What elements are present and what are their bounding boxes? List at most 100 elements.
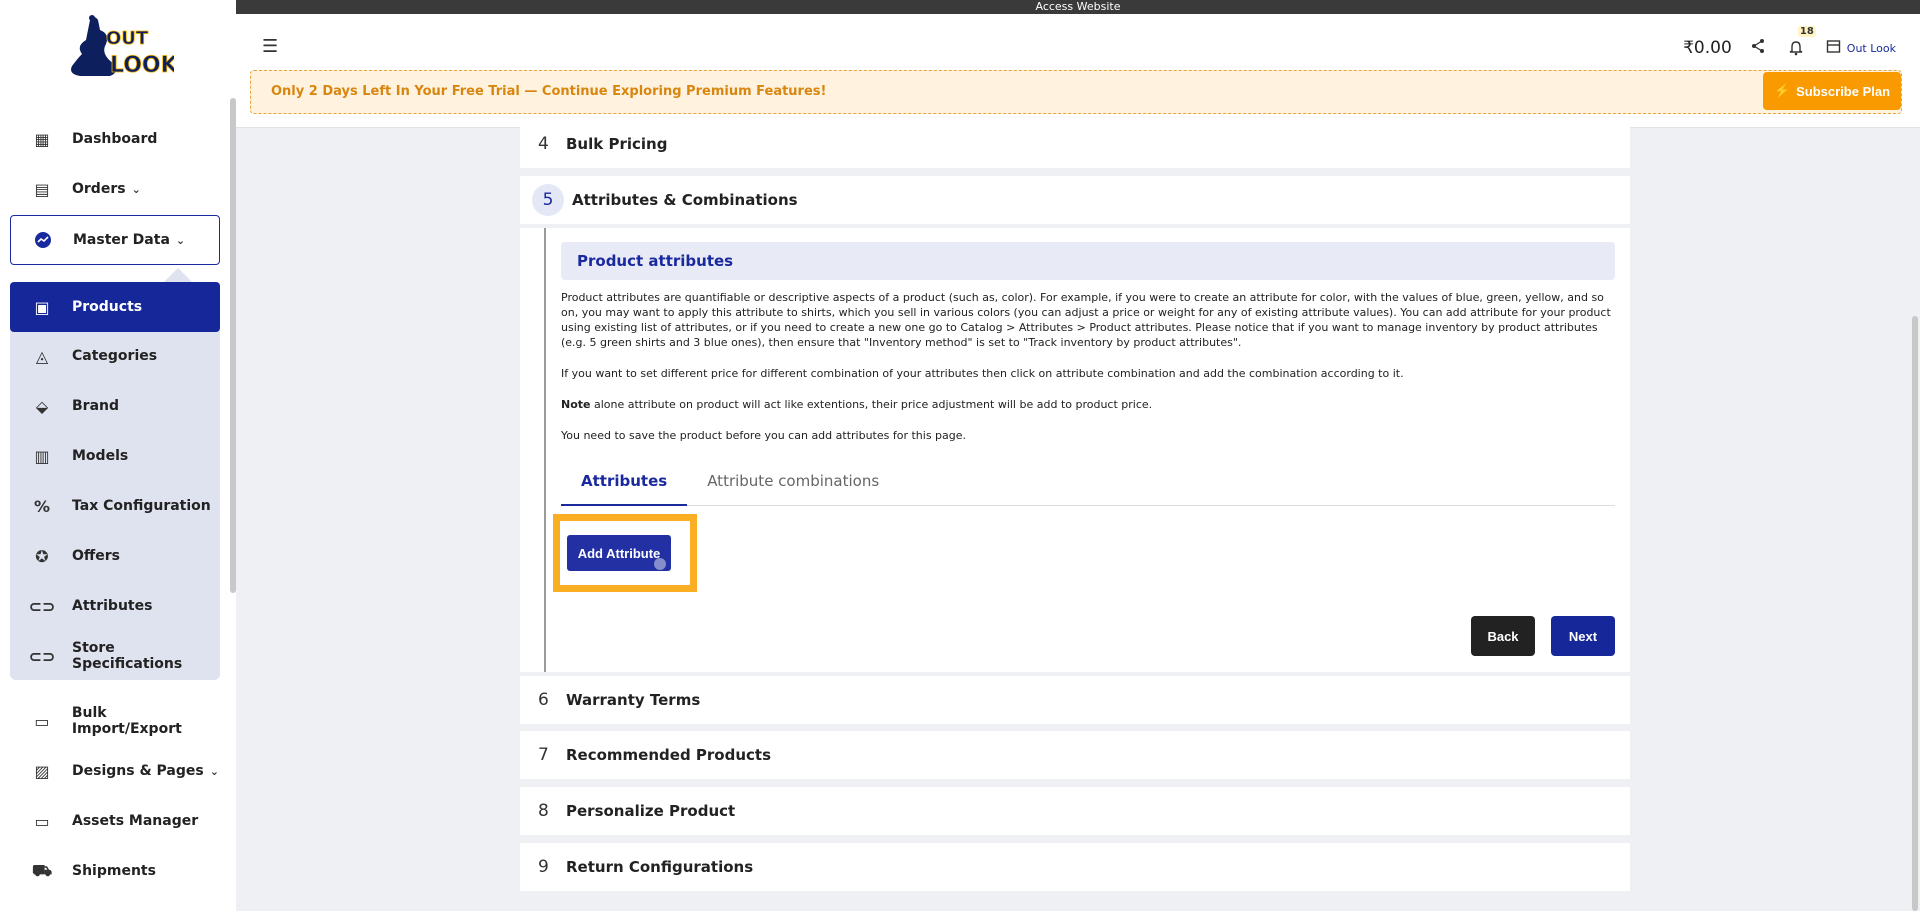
sidebar-item-offers[interactable]: ✪ Offers [10, 531, 220, 581]
sidebar-item-label: Dashboard [72, 131, 158, 147]
step-title: Recommended Products [566, 746, 772, 764]
notification-bell[interactable]: 18 [1784, 26, 1816, 60]
tab-attributes[interactable]: Attributes [561, 466, 688, 506]
step-number: 9 [538, 857, 549, 877]
step-attributes-combinations[interactable]: 5 Attributes & Combinations [520, 176, 1630, 224]
sidebar-item-categories[interactable]: ◬ Categories [10, 331, 220, 381]
sidebar-item-label: Attributes [72, 598, 153, 614]
step-number: 8 [538, 801, 549, 821]
sidebar-item-label: Brand [72, 398, 120, 414]
store-name: Out Look [1846, 41, 1896, 55]
svg-text:OUT: OUT [106, 28, 149, 49]
step-title: Personalize Product [566, 802, 736, 820]
product-attributes-heading: Product attributes [561, 242, 1615, 280]
sidebar-item-brand[interactable]: ⬙ Brand [10, 381, 220, 431]
step-connector-line [544, 228, 546, 672]
step-number: 5 [532, 184, 564, 216]
step-personalize-product[interactable]: 8 Personalize Product [520, 787, 1630, 835]
tag-icon: ⬙ [35, 396, 49, 416]
sidebar: OUT LOOK ▦ Dashboard ▤ Orders ⌄ Master D… [0, 0, 236, 911]
specifications-icon: ⊂⊃ [28, 646, 56, 666]
sidebar-item-label: Offers [72, 548, 120, 564]
sidebar-item-label: Bulk Import/Export [71, 705, 182, 737]
note-text: alone attribute on product will act like… [590, 398, 1153, 411]
step-title: Return Configurations [566, 858, 754, 876]
sidebar-item-label: Tax Configuration [72, 498, 211, 514]
step-warranty-terms[interactable]: 6 Warranty Terms [520, 676, 1630, 724]
header: ☰ ₹0.00 18 Out Look Only 2 Days Left In … [236, 14, 1920, 128]
products-icon: ▣ [34, 297, 50, 317]
step-title: Bulk Pricing [566, 135, 668, 153]
sidebar-item-assets-manager[interactable]: ▭ Assets Manager [10, 796, 220, 846]
attributes-panel: Product attributes Product attributes ar… [520, 228, 1630, 672]
chevron-down-icon: ⌄ [131, 182, 141, 196]
sidebar-item-label: Models [72, 448, 129, 464]
sidebar-item-attributes[interactable]: ⊂⊃ Attributes [10, 581, 220, 631]
store-switcher[interactable]: Out Look [1826, 39, 1896, 57]
sidebar-item-products[interactable]: ▣ Products [10, 282, 220, 332]
step-number: 7 [538, 745, 549, 765]
access-website-link[interactable]: Access Website [236, 0, 1920, 14]
folder-icon: ▭ [34, 711, 50, 731]
master-data-icon [33, 230, 53, 250]
sidebar-item-models[interactable]: ▥ Models [10, 431, 220, 481]
attributes-icon: ⊂⊃ [28, 596, 56, 616]
step-bulk-pricing[interactable]: 4 Bulk Pricing [520, 120, 1630, 168]
description-paragraph: Product attributes are quantifiable or d… [561, 291, 1611, 349]
categories-icon: ◬ [35, 346, 49, 366]
percent-icon: % [33, 496, 51, 516]
sidebar-item-label: Shipments [72, 863, 156, 879]
sidebar-item-store-specifications[interactable]: ⊂⊃ Store Specifications [10, 631, 220, 681]
note-label: Note [561, 398, 591, 411]
submenu-pointer [164, 268, 192, 282]
step-title: Attributes & Combinations [572, 191, 798, 209]
sidebar-item-shipments[interactable]: ⛟ Shipments [10, 846, 220, 896]
trial-banner: Only 2 Days Left In Your Free Trial — Co… [250, 70, 1902, 114]
page-scrollbar[interactable] [1912, 316, 1918, 911]
trial-text: Only 2 Days Left In Your Free Trial — Co… [271, 84, 827, 99]
cursor-indicator [654, 558, 666, 570]
truck-icon: ⛟ [31, 860, 53, 880]
description-paragraph: You need to save the product before you … [561, 429, 967, 442]
designs-icon: ▨ [34, 761, 50, 781]
sidebar-item-label: Orders [72, 181, 126, 197]
sidebar-item-label: Assets Manager [72, 813, 199, 829]
sidebar-item-orders[interactable]: ▤ Orders ⌄ [10, 164, 220, 214]
description-paragraph: If you want to set different price for d… [561, 367, 1404, 380]
step-title: Warranty Terms [566, 691, 701, 709]
sidebar-item-tax-configuration[interactable]: % Tax Configuration [10, 481, 220, 531]
back-button[interactable]: Back [1471, 616, 1535, 656]
subscribe-plan-button[interactable]: ⚡ Subscribe Plan [1763, 72, 1901, 110]
sidebar-item-master-data[interactable]: Master Data ⌄ [10, 215, 220, 265]
step-number: 6 [538, 690, 549, 710]
notification-count-badge: 18 [1797, 26, 1816, 37]
bell-icon [1789, 41, 1803, 56]
chevron-down-icon: ⌄ [209, 764, 219, 778]
wallet-amount: ₹0.00 [1683, 38, 1732, 58]
sidebar-scrollbar[interactable] [230, 98, 236, 593]
chevron-down-icon: ⌄ [175, 233, 186, 247]
sidebar-item-label: Store Specifications [72, 640, 183, 672]
sidebar-item-label: Master Data [73, 232, 170, 248]
store-icon [1826, 39, 1841, 57]
menu-icon[interactable]: ☰ [262, 36, 278, 57]
folder-icon: ▭ [34, 811, 50, 831]
logo-icon[interactable]: OUT LOOK [62, 12, 179, 84]
step-recommended-products[interactable]: 7 Recommended Products [520, 731, 1630, 779]
share-icon[interactable] [1750, 38, 1766, 58]
attributes-description: Product attributes are quantifiable or d… [561, 290, 1617, 459]
svg-text:LOOK: LOOK [110, 53, 174, 78]
lightning-icon: ⚡ [1773, 83, 1791, 98]
orders-icon: ▤ [34, 179, 50, 199]
sidebar-item-bulk-import-export[interactable]: ▭ Bulk Import/Export [10, 696, 220, 746]
sidebar-item-dashboard[interactable]: ▦ Dashboard [10, 114, 220, 164]
tab-attribute-combinations[interactable]: Attribute combinations [687, 466, 899, 506]
next-button[interactable]: Next [1551, 616, 1615, 656]
step-return-configurations[interactable]: 9 Return Configurations [520, 843, 1630, 891]
models-icon: ▥ [34, 446, 50, 466]
sidebar-item-label: Categories [72, 348, 158, 364]
sidebar-item-designs-pages[interactable]: ▨ Designs & Pages ⌄ [10, 746, 220, 796]
sidebar-item-label: Designs & Pages [72, 763, 204, 779]
note-paragraph: Note alone attribute on product will act… [561, 397, 1617, 412]
step-number: 4 [538, 134, 549, 154]
